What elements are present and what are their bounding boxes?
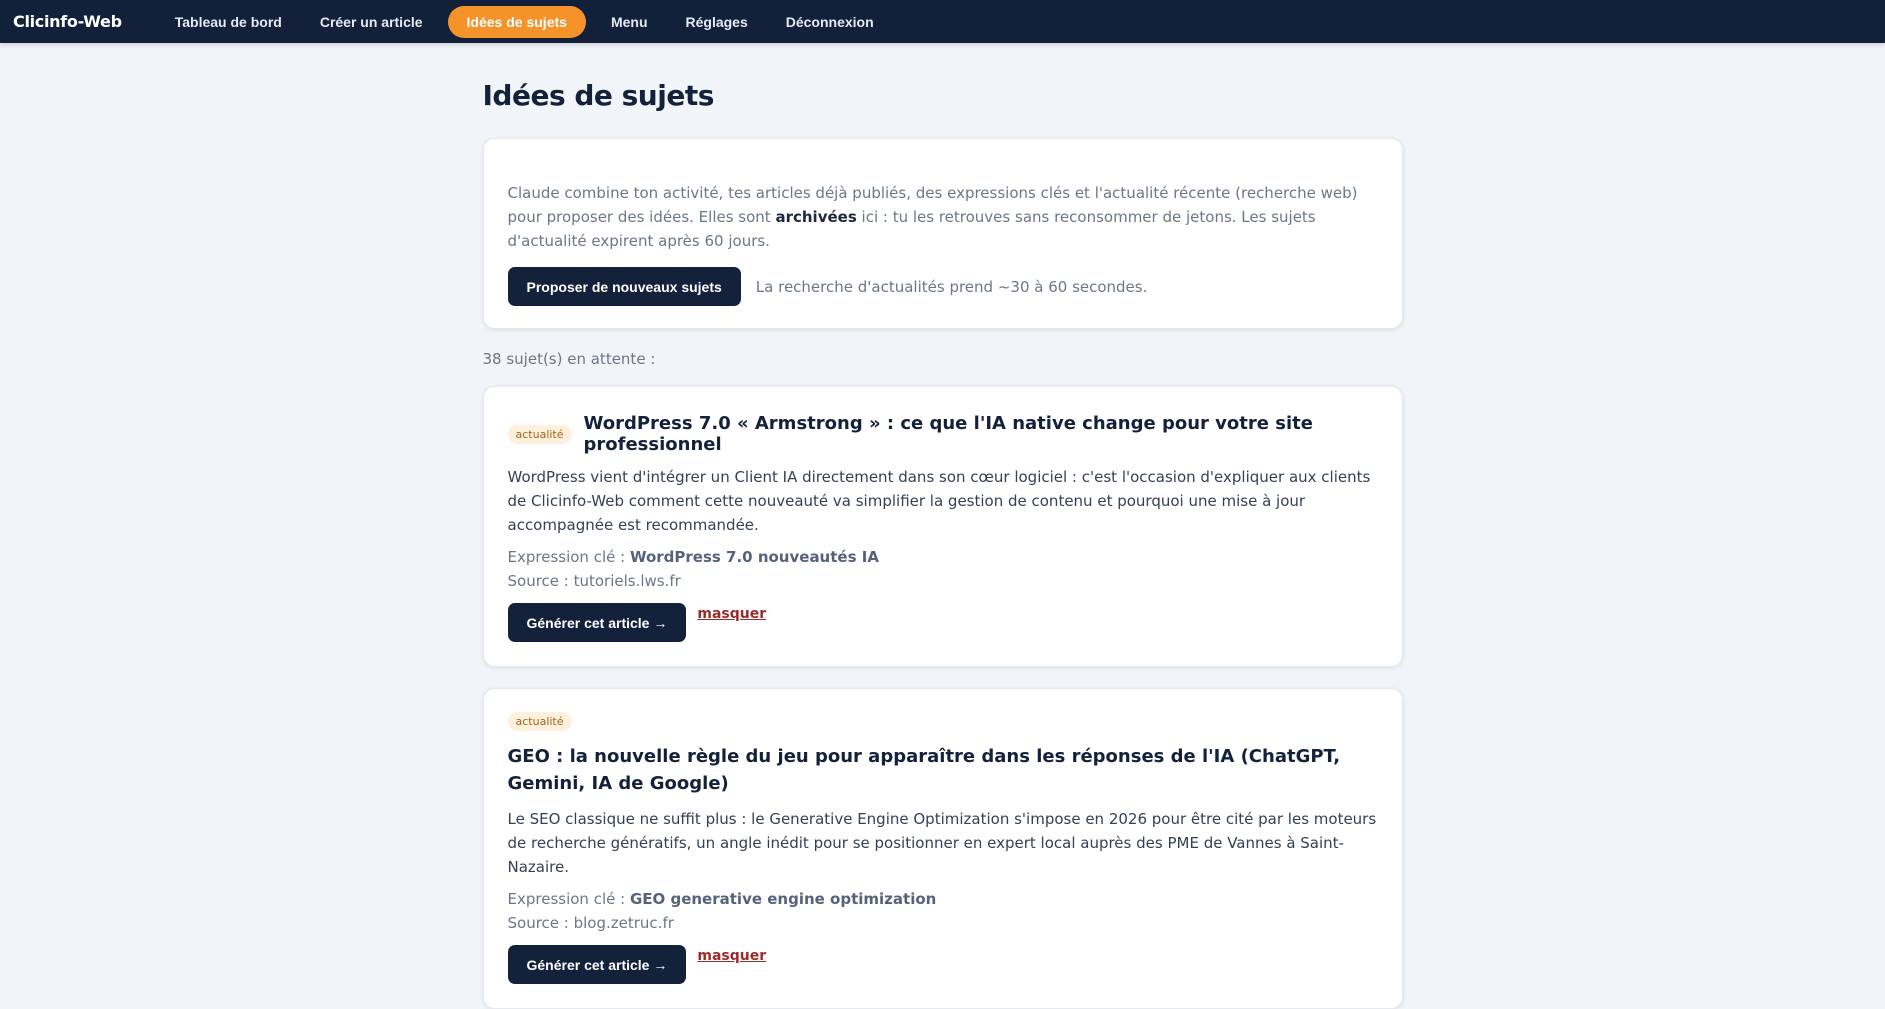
intro-card: Claude combine ton activité, tes article… [482, 138, 1403, 329]
intro-text-bold: archivées [775, 208, 857, 226]
nav-dashboard[interactable]: Tableau de bord [156, 6, 301, 38]
idea-card: actualité GEO : la nouvelle règle du jeu… [482, 688, 1403, 1009]
nav-logout[interactable]: Déconnexion [767, 6, 893, 38]
idea-source: Source : blog.zetruc.fr [508, 911, 1378, 935]
keyword-value: WordPress 7.0 nouveautés IA [629, 548, 879, 566]
top-navbar: Clicinfo-Web Tableau de bord Créer un ar… [0, 0, 1885, 43]
source-label: Source : [507, 914, 574, 932]
nav-menu[interactable]: Menu [592, 6, 667, 38]
idea-description: Le SEO classique ne suffit plus : le Gen… [507, 810, 1377, 876]
nav-topic-ideas[interactable]: Idées de sujets [447, 5, 586, 38]
idea-description: WordPress vient d'intégrer un Client IA … [507, 468, 1371, 534]
status-badge: actualité [507, 712, 572, 731]
ideas-list: actualité WordPress 7.0 « Armstrong » : … [482, 386, 1403, 1009]
keyword-label: Expression clé : [507, 890, 630, 908]
idea-title: WordPress 7.0 « Armstrong » : ce que l'I… [583, 413, 1313, 455]
keyword-label: Expression clé : [507, 548, 630, 566]
idea-card: actualité WordPress 7.0 « Armstrong » : … [482, 386, 1403, 667]
idea-keyword: Expression clé : GEO generative engine o… [508, 887, 1378, 911]
main-content: Idées de sujets Claude combine ton activ… [482, 43, 1403, 1009]
idea-keyword: Expression clé : WordPress 7.0 nouveauté… [508, 545, 1378, 569]
hide-idea-link[interactable]: masquer [697, 606, 766, 622]
propose-topics-button[interactable]: Proposer de nouveaux sujets [507, 267, 741, 306]
source-value: tutoriels.lws.fr [573, 572, 681, 590]
source-value: blog.zetruc.fr [573, 914, 674, 932]
source-label: Source : [507, 572, 574, 590]
keyword-value: GEO generative engine optimization [629, 890, 937, 908]
intro-text: Claude combine ton activité, tes article… [508, 181, 1378, 253]
nav-create-article[interactable]: Créer un article [301, 6, 442, 38]
idea-title: GEO : la nouvelle règle du jeu pour appa… [507, 746, 1341, 794]
status-badge: actualité [507, 424, 572, 444]
page-title: Idées de sujets [482, 79, 715, 112]
nav-settings[interactable]: Réglages [667, 6, 767, 38]
brand-logo[interactable]: Clicinfo-Web [13, 12, 122, 31]
generate-article-button[interactable]: Générer cet article → [507, 945, 687, 984]
main-nav: Tableau de bord Créer un article Idées d… [156, 5, 893, 38]
search-duration-hint: La recherche d'actualités prend ~30 à 60… [755, 277, 1148, 296]
pending-count: 38 sujet(s) en attente : [482, 350, 656, 368]
idea-source: Source : tutoriels.lws.fr [508, 569, 1378, 593]
generate-article-button[interactable]: Générer cet article → [507, 603, 687, 642]
hide-idea-link[interactable]: masquer [697, 948, 766, 964]
